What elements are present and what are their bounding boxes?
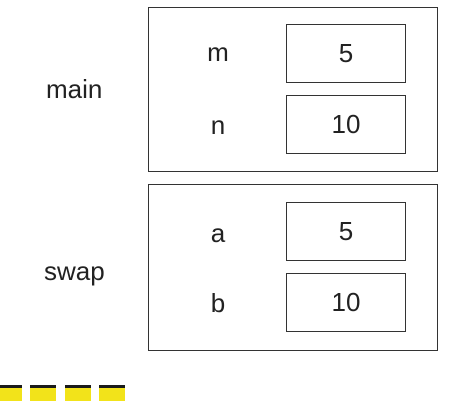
var-value-a: 5 [338,216,354,246]
var-value-box-a: 5 [286,202,406,261]
var-name-a: a [210,218,226,248]
var-value-n: 10 [331,109,361,139]
var-value-m: 5 [338,38,354,68]
var-value-b: 10 [331,287,361,317]
var-value-box-b: 10 [286,273,406,332]
var-name-m: m [207,37,229,67]
var-name-n: n [210,110,226,140]
frame-label-swap: swap [44,256,105,286]
var-value-box-n: 10 [286,95,406,154]
frame-label-main: main [46,74,103,104]
cropped-caption [0,385,140,401]
var-value-box-m: 5 [286,24,406,83]
var-name-b: b [210,288,226,318]
